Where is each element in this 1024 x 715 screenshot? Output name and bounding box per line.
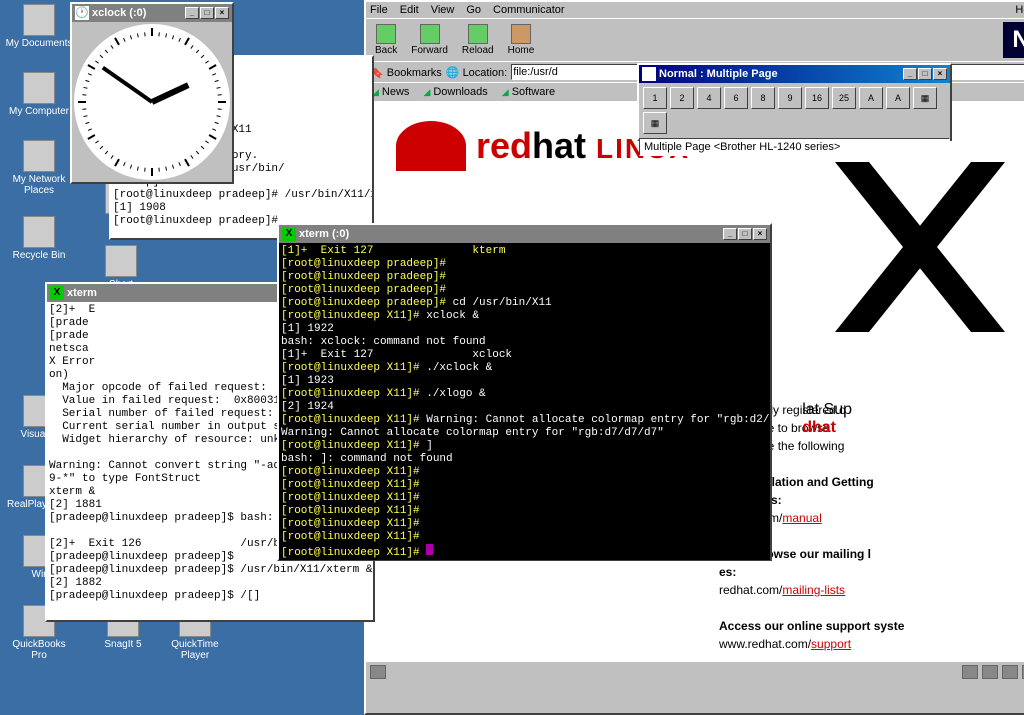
minimize-button[interactable]: _ — [723, 228, 737, 240]
menu-go[interactable]: Go — [466, 4, 481, 16]
linkbar-news[interactable]: News — [372, 86, 409, 98]
sidebar-text: lat Sup — [802, 401, 852, 419]
folder-icon — [23, 72, 55, 104]
reload-button[interactable]: Reload — [456, 22, 500, 58]
folder-icon — [23, 216, 55, 248]
support-link[interactable]: support — [811, 637, 851, 651]
xclock-window[interactable]: 🕐 xclock (:0) _ □ × — [70, 2, 234, 184]
titlebar[interactable]: 🖨 Normal : Multiple Page _ □ × — [639, 65, 950, 83]
menu-file[interactable]: File — [370, 4, 388, 16]
close-button[interactable]: × — [753, 228, 767, 240]
titlebar[interactable]: 🕐 xclock (:0) _ □ × — [72, 4, 232, 22]
print-option-2[interactable]: ▦ — [913, 87, 937, 109]
xclock-icon: 🕐 — [75, 6, 89, 20]
print-layout-8[interactable]: 8 — [751, 87, 775, 109]
browser-menubar: File Edit View Go Communicator Help — [366, 2, 1024, 18]
netscape-n-logo: N — [1003, 22, 1024, 58]
window-title: xterm (:0) — [299, 228, 349, 240]
desktop-icon-my-computer[interactable]: My Computer — [4, 72, 74, 117]
minute-hand — [102, 66, 153, 104]
hour-hand — [151, 82, 190, 104]
icon-label: QuickBooks Pro — [4, 639, 74, 661]
print-layout-6[interactable]: 6 — [724, 87, 748, 109]
back-icon — [376, 24, 396, 44]
xlogo-window[interactable] — [835, 162, 1005, 332]
browser-toolbar: Back Forward Reload Home N — [366, 18, 1024, 61]
printer-icon: 🖨 — [642, 67, 656, 81]
browser-statusbar — [366, 661, 1024, 681]
close-button[interactable]: × — [933, 68, 947, 80]
forward-button[interactable]: Forward — [405, 22, 454, 58]
menu-view[interactable]: View — [431, 4, 455, 16]
mailing-lists-link[interactable]: mailing-lists — [782, 583, 845, 597]
menu-edit[interactable]: Edit — [400, 4, 419, 16]
print-option-1[interactable]: A — [886, 87, 910, 109]
print-layout-1[interactable]: 1 — [643, 87, 667, 109]
bookmarks-button[interactable]: 🔖 Bookmarks — [370, 66, 442, 79]
print-status: Multiple Page <Brother HL-1240 series> — [639, 138, 950, 156]
minimize-button[interactable]: _ — [185, 7, 199, 19]
folder-icon — [23, 4, 55, 36]
folder-icon — [105, 245, 137, 277]
print-layout-16[interactable]: 16 — [805, 87, 829, 109]
page-text: Access our online support syste — [719, 619, 904, 633]
xterm-icon: X — [282, 227, 296, 241]
manual-link[interactable]: manual — [782, 511, 821, 525]
reload-icon — [468, 24, 488, 44]
print-layout-9[interactable]: 9 — [778, 87, 802, 109]
window-title: xterm — [67, 287, 97, 299]
menu-help[interactable]: Help — [1015, 4, 1024, 16]
print-option-3[interactable]: ▦ — [643, 112, 667, 134]
home-button[interactable]: Home — [502, 22, 541, 58]
maximize-button[interactable]: □ — [918, 68, 932, 80]
linkbar-downloads[interactable]: Downloads — [423, 86, 487, 98]
back-button[interactable]: Back — [369, 22, 403, 58]
xterm-icon: X — [50, 286, 64, 300]
minimize-button[interactable]: _ — [903, 68, 917, 80]
print-option-0[interactable]: A — [859, 87, 883, 109]
maximize-button[interactable]: □ — [738, 228, 752, 240]
icon-label: My Computer — [4, 106, 74, 117]
location-label: 🌐 Location: — [446, 66, 507, 79]
folder-icon — [23, 140, 55, 172]
desktop-icon-recycle-bin[interactable]: Recycle Bin — [4, 216, 74, 261]
print-layout-2[interactable]: 2 — [670, 87, 694, 109]
maximize-button[interactable]: □ — [200, 7, 214, 19]
icon-label: Recycle Bin — [4, 250, 74, 261]
icon-label: QuickTime Player — [160, 639, 230, 661]
forward-icon — [420, 24, 440, 44]
icon-label: SnagIt 5 — [88, 639, 158, 650]
status-icon — [982, 665, 998, 679]
icon-label: My Network Places — [4, 174, 74, 196]
print-layout-4[interactable]: 4 — [697, 87, 721, 109]
status-lock-icon — [370, 665, 386, 679]
home-icon — [511, 24, 531, 44]
linkbar-software[interactable]: Software — [502, 86, 555, 98]
icon-label: My Documents — [4, 38, 74, 49]
print-dialog-window[interactable]: 🖨 Normal : Multiple Page _ □ × 124689162… — [637, 63, 952, 141]
redhat-hat-icon — [396, 121, 466, 171]
clock-face — [74, 24, 230, 180]
print-layout-toolbar: 1246891625AA▦▦ — [639, 83, 950, 138]
titlebar[interactable]: X xterm (:0) _ □ × — [279, 225, 770, 243]
xterm-window-black[interactable]: X xterm (:0) _ □ × [1]+ Exit 127 kterm[r… — [277, 223, 772, 561]
desktop-icon-my-documents[interactable]: My Documents — [4, 4, 74, 49]
close-button[interactable]: × — [215, 7, 229, 19]
status-icon — [1002, 665, 1018, 679]
menu-communicator[interactable]: Communicator — [493, 4, 565, 16]
desktop-icon-my-network-places[interactable]: My Network Places — [4, 140, 74, 196]
status-icon — [962, 665, 978, 679]
terminal-output[interactable]: [1]+ Exit 127 kterm[root@linuxdeep prade… — [279, 243, 770, 560]
sidebar-redhat: dhat — [802, 419, 852, 437]
print-layout-25[interactable]: 25 — [832, 87, 856, 109]
window-title: xclock (:0) — [92, 7, 146, 19]
window-title: Normal : Multiple Page — [659, 68, 778, 80]
